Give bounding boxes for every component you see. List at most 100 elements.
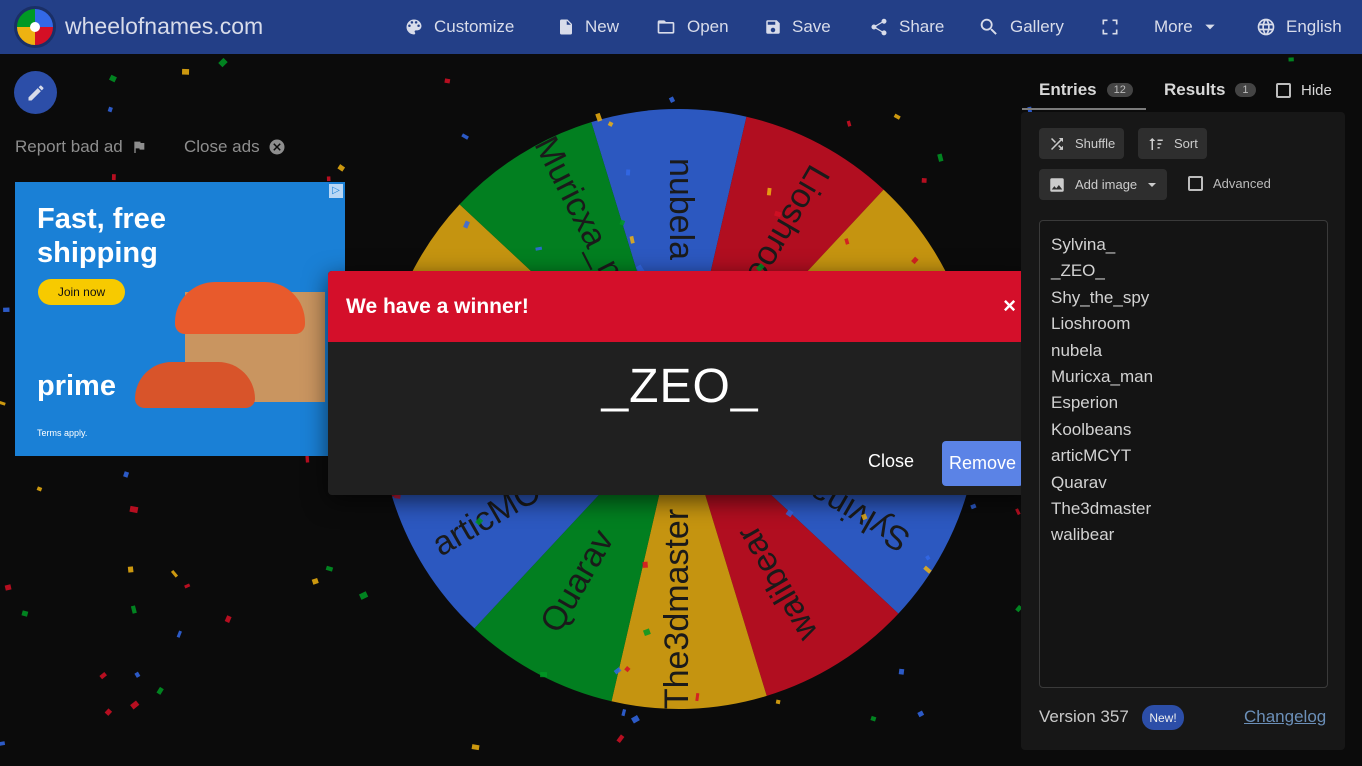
confetti-piece <box>625 169 631 176</box>
nav-fullscreen[interactable] <box>1100 0 1120 54</box>
confetti-piece <box>170 569 179 578</box>
tab-results[interactable]: Results 1 <box>1164 80 1256 100</box>
confetti-piece <box>668 96 676 103</box>
changelog-link[interactable]: Changelog <box>1244 707 1326 727</box>
entry-line: The3dmaster <box>1051 499 1152 519</box>
confetti-piece <box>130 700 140 710</box>
confetti-piece <box>305 455 310 463</box>
nav-gallery-label: Gallery <box>1010 17 1064 36</box>
close-ads-label: Close ads <box>184 137 260 156</box>
confetti-piece <box>775 699 781 705</box>
confetti-piece <box>607 121 614 127</box>
winner-dialog: We have a winner! × _ZEO_ Close Remove <box>328 271 1032 495</box>
confetti-piece <box>337 164 346 172</box>
nav-gallery[interactable]: Gallery <box>978 0 1064 54</box>
sort-button[interactable]: Sort <box>1138 128 1207 159</box>
confetti-piece <box>535 246 543 251</box>
palette-icon <box>406 19 422 35</box>
report-bad-ad[interactable]: Report bad ad <box>15 137 147 157</box>
confetti-piece <box>21 610 29 617</box>
wheel-label: The3dmaster <box>658 509 696 709</box>
entry-line: Sylvina_ <box>1051 235 1116 254</box>
nav-customize[interactable]: Customize <box>404 0 514 54</box>
confetti-piece <box>846 120 852 127</box>
pencil-icon <box>28 85 43 100</box>
confetti-piece <box>218 57 228 68</box>
tab-entries[interactable]: Entries 12 <box>1039 80 1133 100</box>
confetti-piece <box>621 708 627 717</box>
sort-label: Sort <box>1174 136 1198 151</box>
confetti-piece <box>108 74 117 83</box>
close-ads[interactable]: Close ads <box>184 137 286 157</box>
nav-share-label: Share <box>899 17 945 36</box>
entry-line: Shy_the_spy <box>1051 287 1150 307</box>
close-button[interactable]: Close <box>868 451 914 472</box>
nav-save[interactable]: Save <box>764 0 831 54</box>
close-circle-icon <box>269 139 285 155</box>
sort-icon <box>1149 137 1163 150</box>
confetti-piece <box>540 672 548 678</box>
confetti-piece <box>921 178 927 183</box>
ad-terms: Terms apply. <box>37 428 88 438</box>
wheel-label: nubela <box>662 158 700 260</box>
ad-headline: Fast, free shipping <box>37 203 166 269</box>
entries-count-badge: 12 <box>1106 83 1133 97</box>
confetti-piece <box>129 505 139 514</box>
nav-language[interactable]: English <box>1256 0 1342 54</box>
confetti-piece <box>471 744 480 751</box>
hide-toggle[interactable]: Hide <box>1276 82 1332 99</box>
ad-join-button[interactable]: Join now <box>38 279 125 305</box>
confetti-piece <box>130 605 137 614</box>
nav-more[interactable]: More <box>1154 0 1217 54</box>
confetti-piece <box>107 106 113 113</box>
dialog-title: We have a winner! <box>346 294 529 318</box>
nav-new[interactable]: New <box>557 0 619 54</box>
confetti-piece <box>326 176 331 182</box>
edit-button[interactable] <box>14 71 57 114</box>
entries-textarea[interactable]: Sylvina_ _ZEO_ Shy_the_spy Lioshroom nubela M… <box>1039 220 1328 688</box>
remove-button[interactable]: Remove <box>942 441 1023 486</box>
confetti-piece <box>923 565 932 574</box>
entry-line: Quarav <box>1051 472 1107 492</box>
confetti-piece <box>937 153 944 162</box>
confetti-piece <box>99 671 107 680</box>
add-image-label: Add image <box>1075 177 1138 192</box>
confetti-piece <box>224 615 232 623</box>
close-icon[interactable]: × <box>1003 293 1016 319</box>
wheel-label: Quarav <box>533 523 622 639</box>
confetti-piece <box>3 307 10 313</box>
confetti-piece <box>184 583 191 589</box>
confetti-piece <box>4 584 12 591</box>
nav-share[interactable]: Share <box>869 0 944 54</box>
ad-shoe-image <box>135 362 255 408</box>
confetti-piece <box>444 78 451 84</box>
advertisement[interactable]: ▷ Fast, free shipping Join now prime Ter… <box>15 182 345 456</box>
entry-line: Esperion <box>1051 393 1119 413</box>
site-title[interactable]: wheelofnames.com <box>65 13 263 40</box>
shuffle-button[interactable]: Shuffle <box>1039 128 1125 159</box>
confetti-piece <box>134 671 141 678</box>
site-logo[interactable] <box>14 6 56 48</box>
confetti-piece <box>861 513 868 521</box>
confetti-piece <box>182 68 190 75</box>
flag-icon <box>134 141 145 153</box>
confetti-piece <box>358 591 369 600</box>
advanced-checkbox[interactable] <box>1188 176 1203 191</box>
advanced-toggle[interactable]: Advanced <box>1188 176 1271 191</box>
winner-name: _ZEO_ <box>601 360 759 413</box>
confetti-piece <box>695 692 700 702</box>
confetti-piece <box>785 509 794 518</box>
confetti-piece <box>123 471 130 478</box>
nav-open[interactable]: Open <box>655 0 729 54</box>
share-icon <box>871 18 887 36</box>
confetti-piece <box>898 668 905 675</box>
confetti-piece <box>111 174 116 181</box>
confetti-piece <box>325 565 334 572</box>
add-image-button[interactable]: Add image <box>1039 169 1168 200</box>
confetti-piece <box>911 256 919 265</box>
hide-checkbox[interactable] <box>1276 83 1291 98</box>
folder-open-icon <box>657 20 675 34</box>
confetti-piece <box>630 715 640 724</box>
adchoices-icon[interactable]: ▷ <box>329 184 343 198</box>
nav-open-label: Open <box>687 17 729 36</box>
